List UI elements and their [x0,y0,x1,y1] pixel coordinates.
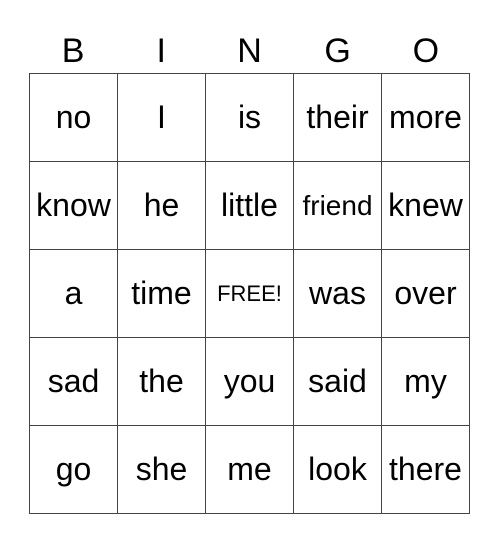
bingo-cell[interactable]: over [382,250,470,338]
bingo-cell[interactable]: go [30,426,118,514]
bingo-cell[interactable]: more [382,74,470,162]
bingo-header: B I N G O [29,30,471,72]
bingo-cell[interactable]: little [206,162,294,250]
header-letter-b: B [61,32,85,70]
header-letter-o: O [412,32,440,70]
bingo-cell[interactable]: time [118,250,206,338]
bingo-cell[interactable]: no [30,74,118,162]
bingo-cell[interactable]: is [206,74,294,162]
free-space-cell[interactable]: FREE! [206,250,294,338]
bingo-cell[interactable]: I [118,74,206,162]
bingo-cell[interactable]: know [30,162,118,250]
bingo-cell[interactable]: said [294,338,382,426]
bingo-cell[interactable]: knew [382,162,470,250]
header-letter-g: G [324,32,351,70]
bingo-card-grid: no I is their more know he little friend… [29,73,470,514]
header-letter-n: N [237,32,262,70]
bingo-cell[interactable]: he [118,162,206,250]
bingo-cell[interactable]: friend [294,162,382,250]
bingo-cell[interactable]: their [294,74,382,162]
bingo-cell[interactable]: sad [30,338,118,426]
bingo-cell[interactable]: you [206,338,294,426]
bingo-cell[interactable]: a [30,250,118,338]
bingo-cell[interactable]: was [294,250,382,338]
bingo-cell[interactable]: look [294,426,382,514]
bingo-cell[interactable]: the [118,338,206,426]
bingo-cell[interactable]: my [382,338,470,426]
bingo-cell[interactable]: me [206,426,294,514]
bingo-cell[interactable]: there [382,426,470,514]
bingo-cell[interactable]: she [118,426,206,514]
header-letter-i: I [156,32,166,70]
